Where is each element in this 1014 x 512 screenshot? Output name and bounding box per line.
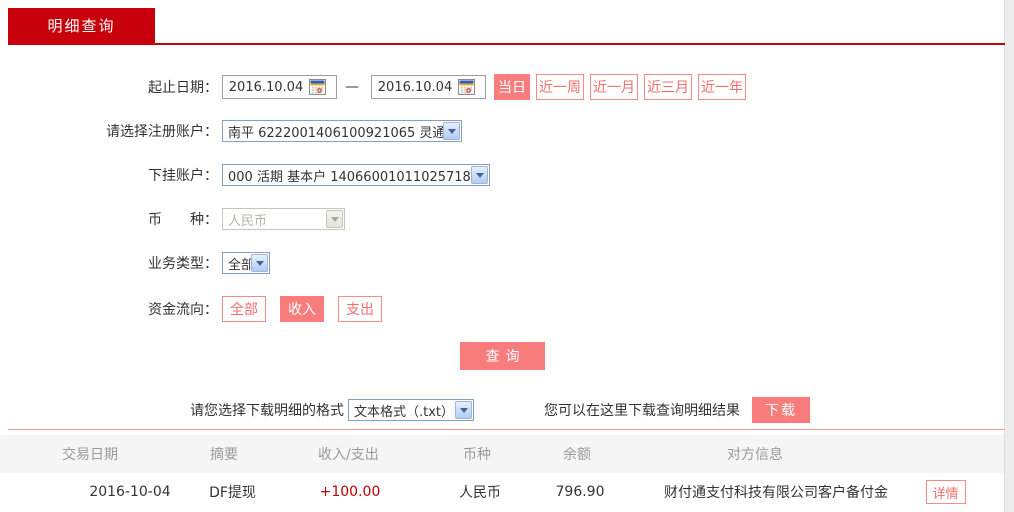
header-currency: 币种 [463, 447, 491, 463]
currency-row: 币 种： 人民币 [0, 208, 1004, 230]
register-account-value: 南平 6222001406100921065 灵通卡 [228, 125, 459, 141]
date-separator: — [345, 79, 359, 95]
header-counterparty: 对方信息 [727, 447, 783, 463]
currency-select: 人民币 [222, 208, 345, 230]
register-account-row: 请选择注册账户： 南平 6222001406100921065 灵通卡 [0, 120, 1004, 142]
query-button-wrap: 查询 [0, 342, 1005, 370]
table-separator [8, 429, 1005, 430]
fund-flow-row: 资金流向： 全部 收入 支出 [0, 296, 1004, 322]
detail-button[interactable]: 详情 [925, 480, 966, 504]
header-trade-date: 交易日期 [62, 447, 118, 463]
chevron-down-icon [326, 210, 343, 228]
start-date-field [222, 75, 337, 99]
calendar-icon[interactable] [309, 79, 326, 95]
chevron-down-icon[interactable] [455, 401, 472, 419]
fund-flow-expense-button[interactable]: 支出 [338, 296, 382, 322]
end-date-input[interactable] [372, 79, 458, 95]
calendar-icon[interactable] [458, 79, 475, 95]
fund-flow-all-button[interactable]: 全部 [222, 296, 266, 322]
chevron-down-icon[interactable] [471, 166, 488, 184]
cell-trade-date: 2016-10-04 [89, 484, 171, 500]
business-type-select[interactable]: 全部 [222, 252, 270, 274]
download-button[interactable]: 下载 [752, 397, 810, 423]
register-account-select[interactable]: 南平 6222001406100921065 灵通卡 [222, 120, 462, 142]
tab-label: 明细查询 [47, 17, 116, 35]
currency-value: 人民币 [228, 213, 268, 229]
detail-query-page: 明细查询 起止日期： — [0, 0, 1005, 512]
fund-flow-income-button[interactable]: 收入 [280, 296, 324, 322]
download-format-value: 文本格式（.txt） [354, 404, 455, 420]
download-format-label: 请您选择下载明细的格式 [190, 403, 344, 419]
quick-range-today-button[interactable]: 当日 [494, 74, 530, 100]
date-range-row: 起止日期： — [0, 74, 1004, 100]
start-date-input[interactable] [223, 79, 309, 95]
sub-account-label: 下挂账户： [148, 168, 218, 184]
cell-counterparty: 财付通支付科技有限公司客户备付金 [664, 485, 888, 501]
tab-detail-query[interactable]: 明细查询 [8, 8, 155, 43]
sub-account-row: 下挂账户： 000 活期 基本户 1406600101102571848 [0, 164, 1004, 186]
business-type-label: 业务类型： [148, 256, 218, 272]
header-balance: 余额 [563, 447, 591, 463]
header-summary: 摘要 [210, 447, 238, 463]
tab-bar: 明细查询 [8, 0, 1005, 45]
fund-flow-label: 资金流向： [148, 302, 218, 318]
end-date-field [371, 75, 486, 99]
quick-range-quarter-button[interactable]: 近三月 [644, 74, 692, 100]
download-row: 请您选择下载明细的格式 文本格式（.txt） 您可以在这里下载查询明细结果 下载 [190, 397, 1004, 423]
cell-summary: DF提现 [209, 485, 256, 501]
register-account-label: 请选择注册账户： [106, 124, 218, 140]
quick-range-year-button[interactable]: 近一年 [698, 74, 746, 100]
download-format-select[interactable]: 文本格式（.txt） [348, 399, 474, 421]
currency-label: 币 种： [148, 212, 218, 228]
download-hint: 您可以在这里下载查询明细结果 [544, 403, 740, 419]
table-row: 2016-10-04 DF提现 +100.00 人民币 796.90 财付通支付… [0, 473, 1004, 511]
cell-income-expense: +100.00 [319, 484, 381, 500]
date-range-label: 起止日期： [148, 80, 218, 96]
query-form: 起止日期： — [0, 45, 1004, 423]
query-button[interactable]: 查询 [460, 342, 545, 370]
chevron-down-icon[interactable] [443, 122, 460, 140]
quick-range-month-button[interactable]: 近一月 [590, 74, 638, 100]
chevron-down-icon[interactable] [251, 254, 268, 272]
table-header-row: 交易日期 摘要 收入/支出 币种 余额 对方信息 [0, 435, 1004, 473]
sub-account-select[interactable]: 000 活期 基本户 1406600101102571848 [222, 164, 490, 186]
business-type-row: 业务类型： 全部 [0, 252, 1004, 274]
cell-currency: 人民币 [459, 485, 501, 501]
header-income-expense: 收入/支出 [318, 447, 379, 463]
quick-range-week-button[interactable]: 近一周 [536, 74, 584, 100]
cell-balance: 796.90 [555, 484, 605, 500]
sub-account-value: 000 活期 基本户 1406600101102571848 [228, 169, 488, 185]
